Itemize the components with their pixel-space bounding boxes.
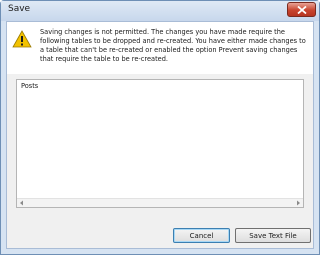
close-button[interactable]	[287, 2, 316, 17]
window-title: Save	[8, 4, 31, 14]
save-text-file-button[interactable]: Save Text File	[235, 228, 311, 243]
cancel-button[interactable]: Cancel	[173, 228, 230, 243]
scroll-left-icon[interactable]	[19, 200, 24, 206]
details-textbox[interactable]: Posts	[16, 79, 304, 208]
scroll-right-icon[interactable]	[296, 200, 301, 206]
warning-icon	[12, 30, 32, 48]
error-message: Saving changes is not permitted. The cha…	[40, 28, 306, 63]
details-text: Posts	[21, 82, 39, 90]
horizontal-scrollbar[interactable]	[17, 198, 303, 207]
dialog-body: Saving changes is not permitted. The cha…	[6, 21, 314, 249]
message-panel: Saving changes is not permitted. The cha…	[7, 22, 313, 74]
title-bar[interactable]: Save	[1, 1, 319, 21]
dialog-window: Save Saving changes is not permitted. Th…	[0, 0, 320, 255]
close-icon	[297, 6, 307, 14]
